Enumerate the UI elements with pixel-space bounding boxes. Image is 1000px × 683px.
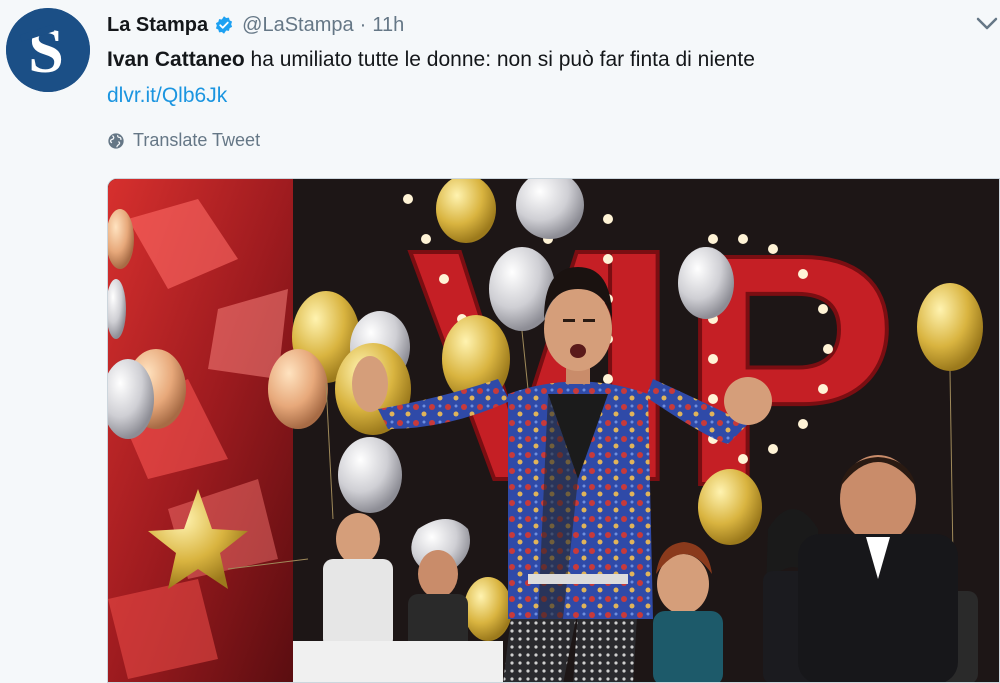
separator-dot: · — [359, 13, 367, 36]
timestamp[interactable]: 11h — [372, 14, 404, 37]
globe-icon — [108, 132, 124, 149]
tweet-text-rest: ha umiliato tutte le donne: non si può f… — [244, 48, 755, 71]
photo-scene: V I P — [108, 179, 999, 682]
avatar-logo: S — [6, 8, 90, 92]
svg-text:S: S — [28, 15, 64, 86]
tweet-text-bold: Ivan Cattaneo — [107, 48, 245, 71]
handle[interactable]: @LaStampa — [242, 14, 353, 37]
verified-badge-icon — [216, 16, 233, 34]
tweet-link[interactable]: dlvr.it/Qlb6Jk — [107, 80, 227, 112]
display-name[interactable]: La Stampa — [107, 14, 208, 37]
tweet-photo[interactable]: V I P — [107, 178, 1000, 683]
translate-tweet-button[interactable]: Translate Tweet — [107, 130, 260, 151]
tweet-text: Ivan Cattaneo ha umiliato tutte le donne… — [107, 44, 755, 76]
tweet[interactable]: S La Stampa @LaStampa · 11h Ivan Cattane… — [0, 0, 1000, 683]
avatar[interactable]: S — [6, 8, 90, 92]
translate-label: Translate Tweet — [133, 130, 261, 150]
tweet-header: La Stampa @LaStampa · 11h — [107, 10, 404, 40]
chevron-down-icon[interactable] — [974, 14, 1000, 34]
